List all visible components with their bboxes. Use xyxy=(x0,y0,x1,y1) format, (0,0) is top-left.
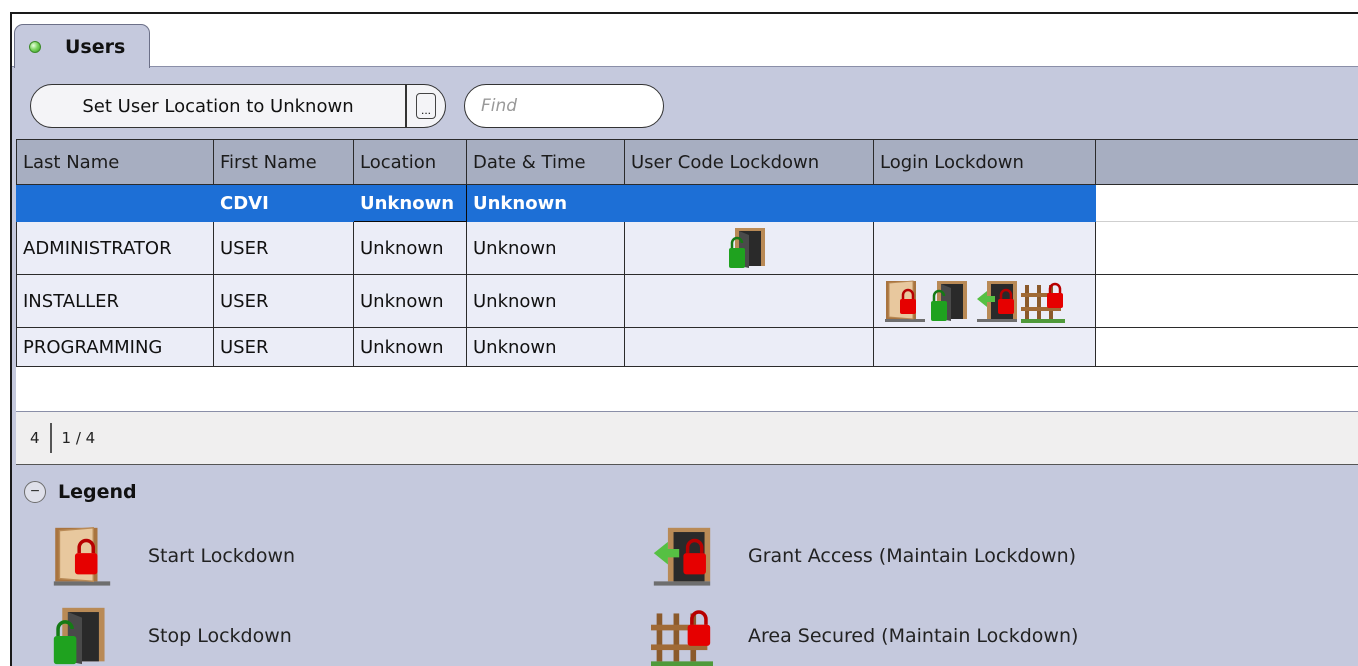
table-empty-area xyxy=(16,367,1358,412)
status-led-icon xyxy=(29,40,41,53)
table-row[interactable]: INSTALLER USER Unknown Unknown xyxy=(16,274,1358,328)
area-secured-icon xyxy=(650,605,714,666)
start-lockdown-icon[interactable] xyxy=(883,279,927,323)
cell-date-time[interactable]: Unknown xyxy=(466,221,625,275)
cell-date-time[interactable]: Unknown xyxy=(466,184,625,222)
cell-login-lockdown[interactable] xyxy=(873,274,1096,328)
grant-access-icon[interactable] xyxy=(975,279,1019,323)
cell-first-name[interactable]: USER xyxy=(213,327,354,367)
table-row[interactable]: CDVI Unknown Unknown xyxy=(16,184,1358,222)
cell-last-name[interactable]: PROGRAMMING xyxy=(16,327,214,367)
cell-location[interactable]: Unknown xyxy=(353,221,467,275)
cell-first-name[interactable]: USER xyxy=(213,221,354,275)
cell-first-name[interactable]: CDVI xyxy=(213,184,354,222)
cell-location[interactable]: Unknown xyxy=(353,327,467,367)
cell-location[interactable]: Unknown xyxy=(353,274,467,328)
legend-panel: − Legend Start Lockdown Stop Lockdown Gr… xyxy=(12,465,1358,666)
column-header-filler xyxy=(1095,139,1358,185)
cell-last-name[interactable] xyxy=(16,184,214,222)
users-window: Users Set User Location to Unknown ... L… xyxy=(10,12,1358,666)
legend-item-grant-access: Grant Access (Maintain Lockdown) xyxy=(650,525,1076,587)
legend-item-stop-lockdown: Stop Lockdown xyxy=(50,605,292,666)
cell-user-code-lockdown[interactable] xyxy=(624,184,874,222)
column-header-date-time[interactable]: Date & Time xyxy=(466,139,625,185)
cell-user-code-lockdown[interactable] xyxy=(624,221,874,275)
users-table: Last Name First Name Location Date & Tim… xyxy=(16,139,1358,367)
set-user-location-unknown-button[interactable]: Set User Location to Unknown xyxy=(30,84,406,128)
find-input[interactable] xyxy=(464,84,664,128)
pager-bar: 4 1 / 4 xyxy=(16,412,1358,465)
record-count: 4 xyxy=(30,429,40,447)
cell-last-name[interactable]: INSTALLER xyxy=(16,274,214,328)
cell-login-lockdown[interactable] xyxy=(873,184,1096,222)
cell-user-code-lockdown[interactable] xyxy=(624,327,874,367)
more-options-button[interactable]: ... xyxy=(406,84,446,128)
cell-date-time[interactable]: Unknown xyxy=(466,327,625,367)
legend-label: Area Secured (Maintain Lockdown) xyxy=(748,625,1079,647)
column-header-last-name[interactable]: Last Name xyxy=(16,139,214,185)
column-header-login-lockdown[interactable]: Login Lockdown xyxy=(873,139,1096,185)
cell-location[interactable]: Unknown xyxy=(353,184,467,222)
tab-strip: Users xyxy=(12,14,1358,68)
cell-filler xyxy=(1095,184,1358,222)
cell-login-lockdown[interactable] xyxy=(873,221,1096,275)
tab-users-label: Users xyxy=(65,35,126,58)
cell-first-name[interactable]: USER xyxy=(213,274,354,328)
legend-label: Grant Access (Maintain Lockdown) xyxy=(748,545,1077,567)
column-header-first-name[interactable]: First Name xyxy=(213,139,354,185)
cell-login-lockdown[interactable] xyxy=(873,327,1096,367)
area-secured-icon[interactable] xyxy=(1021,279,1065,323)
stop-lockdown-icon[interactable] xyxy=(727,226,771,270)
legend-label: Start Lockdown xyxy=(148,545,296,567)
cell-filler xyxy=(1095,327,1358,367)
cell-filler xyxy=(1095,221,1358,275)
column-header-location[interactable]: Location xyxy=(353,139,467,185)
set-user-location-unknown-label: Set User Location to Unknown xyxy=(82,95,354,117)
cell-user-code-lockdown[interactable] xyxy=(624,274,874,328)
page-indicator: 1 / 4 xyxy=(61,429,96,447)
grant-access-icon xyxy=(650,525,714,587)
legend-item-area-secured: Area Secured (Maintain Lockdown) xyxy=(650,605,1078,666)
cell-last-name[interactable]: ADMINISTRATOR xyxy=(16,221,214,275)
cell-filler xyxy=(1095,274,1358,328)
legend-title: Legend xyxy=(58,481,137,503)
stop-lockdown-icon[interactable] xyxy=(929,279,973,323)
cell-date-time[interactable]: Unknown xyxy=(466,274,625,328)
legend-label: Stop Lockdown xyxy=(148,625,292,647)
legend-item-start-lockdown: Start Lockdown xyxy=(50,525,295,587)
legend-header: − Legend xyxy=(24,481,137,503)
start-lockdown-icon xyxy=(50,525,114,587)
table-header-row: Last Name First Name Location Date & Tim… xyxy=(16,139,1358,185)
pager-separator xyxy=(49,423,52,453)
collapse-icon[interactable]: − xyxy=(24,481,46,503)
table-row[interactable]: ADMINISTRATOR USER Unknown Unknown xyxy=(16,221,1358,275)
table-row[interactable]: PROGRAMMING USER Unknown Unknown xyxy=(16,327,1358,367)
ellipsis-icon: ... xyxy=(416,93,436,119)
stop-lockdown-icon xyxy=(50,605,114,666)
tab-users[interactable]: Users xyxy=(14,24,150,68)
column-header-user-code-lockdown[interactable]: User Code Lockdown xyxy=(624,139,874,185)
